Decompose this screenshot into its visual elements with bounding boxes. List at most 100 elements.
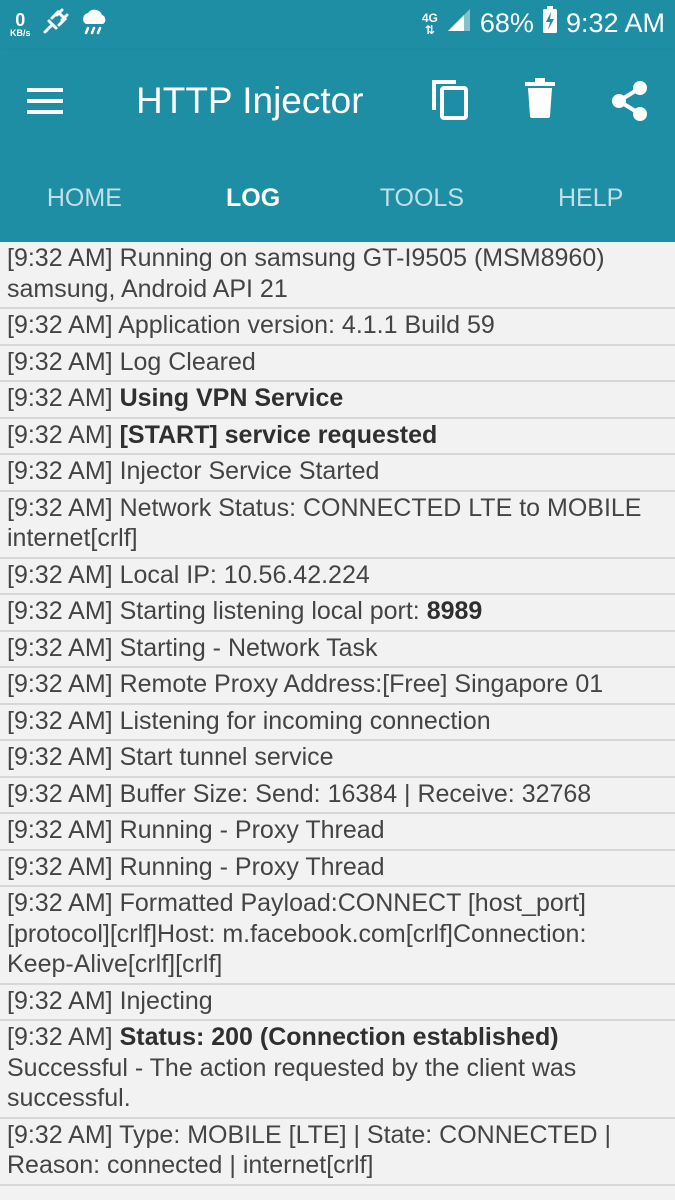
log-entry-line: [9:32 AM] Injecting (7, 986, 675, 1017)
log-timestamp: [9:32 AM] (7, 560, 113, 589)
log-timestamp: [9:32 AM] (7, 852, 113, 881)
network-type: 4G ⇅ (422, 12, 438, 36)
log-message-continuation: Keep-Alive[crlf][crlf] (7, 950, 223, 978)
log-timestamp: [9:32 AM] (7, 816, 113, 844)
log-entry: [9:32 AM] Starting listening local port:… (0, 595, 675, 632)
log-timestamp: [9:32 AM] (7, 420, 113, 449)
log-message: Buffer Size: Send: 16384 | Receive: 3276… (119, 779, 592, 808)
data-arrows-icon: ⇅ (424, 22, 435, 37)
log-entry: [9:32 AM] Running - Proxy Thread (0, 814, 675, 851)
share-icon[interactable] (610, 80, 650, 127)
log-message: Injector Service Started (119, 457, 380, 485)
log-entry: [9:32 AM] Status: 200 (Connection establ… (0, 1021, 675, 1119)
log-timestamp: [9:32 AM] (7, 986, 113, 1015)
log-timestamp: [9:32 AM] (7, 384, 113, 412)
log-timestamp: [9:32 AM] (7, 493, 113, 522)
log-timestamp: [9:32 AM] (7, 889, 113, 917)
tab-home[interactable]: HOME (0, 178, 169, 242)
battery-percent: 68% (479, 8, 534, 38)
log-entry: [9:32 AM] Injecting (0, 985, 675, 1021)
log-entry-line: [9:32 AM] Running - Proxy Thread (7, 852, 675, 883)
log-entry: [9:32 AM] Running on samsung GT-I9505 (M… (0, 242, 675, 309)
log-entry-line: [9:32 AM] Network Status: CONNECTED LTE … (7, 493, 675, 524)
log-timestamp: [9:32 AM] (7, 347, 113, 376)
log-timestamp: [9:32 AM] (7, 633, 113, 662)
tab-tools[interactable]: TOOLS (338, 178, 507, 242)
log-entry-line: [9:32 AM] Buffer Size: Send: 16384 | Rec… (7, 779, 675, 810)
app-title: HTTP Injector (136, 80, 364, 121)
log-message: Injecting (119, 986, 213, 1015)
log-entry: [9:32 AM] Application version: 4.1.1 Bui… (0, 309, 675, 346)
log-entry: [9:32 AM] Type: MOBILE [LTE] | State: CO… (0, 1119, 675, 1186)
network-speed-value: 0 (15, 10, 26, 30)
log-message: Type: MOBILE [LTE] | State: CONNECTED | (119, 1120, 611, 1149)
log-message-continuation: [protocol][crlf]Host: m.facebook.com[crl… (7, 919, 587, 948)
log-entry: [9:32 AM] Log Cleared (0, 346, 675, 382)
log-entry: [9:32 AM] Network Status: CONNECTED LTE … (0, 492, 675, 559)
network-speed: 0 KB/s (10, 11, 31, 38)
log-timestamp: [9:32 AM] (7, 670, 113, 698)
network-type-label: 4G (421, 10, 438, 25)
usb-debug-icon (41, 8, 69, 41)
log-message-bold: 8989 (426, 597, 483, 625)
log-entry-line: [9:32 AM] Using VPN Service (7, 383, 675, 414)
log-message: Starting listening local port: (119, 597, 427, 625)
network-speed-unit: KB/s (10, 28, 31, 38)
status-left: 0 KB/s (10, 8, 109, 41)
log-entry: [9:32 AM] Remote Proxy Address:[Free] Si… (0, 668, 675, 705)
log-message: Remote Proxy Address:[Free] Singapore 01 (119, 670, 604, 698)
delete-icon[interactable] (525, 78, 555, 123)
log-message: Running on samsung GT-I9505 (MSM8960) (119, 244, 605, 272)
log-message-continuation: Reason: connected | internet[crlf] (7, 1151, 374, 1179)
log-entry: [9:32 AM] Starting - Network Task (0, 632, 675, 668)
log-entry-line: [9:32 AM] Start tunnel service (7, 742, 675, 773)
log-entry-line: [9:32 AM] Formatted Payload:CONNECT [hos… (7, 888, 675, 919)
log-entry-line: [9:32 AM] Starting listening local port:… (7, 596, 675, 627)
signal-icon (446, 7, 472, 40)
log-entry-line: [9:32 AM] Running on samsung GT-I9505 (M… (7, 243, 675, 274)
tab-help[interactable]: HELP (506, 178, 675, 242)
app-bar: HTTP Injector HOME LOG TOOLS HELP (0, 50, 675, 242)
log-entry-line: [9:32 AM] Type: MOBILE [LTE] | State: CO… (7, 1120, 675, 1151)
tab-bar: HOME LOG TOOLS HELP (0, 178, 675, 242)
log-entry-line: [9:32 AM] Log Cleared (7, 347, 675, 378)
log-message: Log Cleared (119, 347, 256, 376)
log-entry: [9:32 AM] Listening for incoming connect… (0, 705, 675, 741)
tab-log[interactable]: LOG (169, 178, 338, 242)
log-message: Listening for incoming connection (119, 706, 491, 735)
battery-charging-icon (542, 6, 558, 41)
log-entry: [9:32 AM] [START] service requested (0, 419, 675, 455)
log-timestamp: [9:32 AM] (7, 743, 113, 771)
rain-cloud-icon (79, 8, 109, 41)
status-bar: 0 KB/s 4G ⇅ 68% 9:32 AM (0, 0, 675, 50)
log-entry: [9:32 AM] Buffer Size: Send: 16384 | Rec… (0, 778, 675, 814)
log-entry-line: [9:32 AM] Application version: 4.1.1 Bui… (7, 310, 675, 341)
log-message: Formatted Payload:CONNECT [host_port] (119, 889, 586, 917)
log-message-continuation: samsung, Android API 21 (7, 274, 288, 303)
copy-icon[interactable] (430, 78, 470, 125)
log-message-continuation: Successful - The action requested by the… (7, 1053, 577, 1082)
log-message-bold: Using VPN Service (119, 384, 344, 412)
log-entry-line: [9:32 AM] Listening for incoming connect… (7, 706, 675, 737)
log-timestamp: [9:32 AM] (7, 1120, 113, 1149)
log-message: Local IP: 10.56.42.224 (119, 560, 370, 589)
log-entry: [9:32 AM] Local IP: 10.56.42.224 (0, 559, 675, 595)
log-entry-line: [9:32 AM] Remote Proxy Address:[Free] Si… (7, 669, 675, 700)
log-message: Network Status: CONNECTED LTE to MOBILE (119, 493, 642, 522)
log-entry: [9:32 AM] Formatted Payload:CONNECT [hos… (0, 887, 675, 985)
log-message: Running - Proxy Thread (119, 816, 385, 844)
log-entry-line: [9:32 AM] [START] service requested (7, 420, 675, 451)
log-message: Running - Proxy Thread (119, 852, 385, 881)
log-timestamp: [9:32 AM] (7, 457, 113, 485)
log-entry: [9:32 AM] Start tunnel service (0, 741, 675, 778)
log-timestamp: [9:32 AM] (7, 1023, 113, 1051)
menu-icon[interactable] (27, 88, 63, 114)
log-list[interactable]: [9:32 AM] Running on samsung GT-I9505 (M… (0, 242, 675, 1200)
log-message-continuation: internet[crlf] (7, 524, 138, 552)
log-message: Application version: 4.1.1 Build 59 (118, 311, 495, 339)
log-message-continuation: successful. (7, 1084, 131, 1112)
clock: 9:32 AM (565, 8, 665, 38)
log-timestamp: [9:32 AM] (7, 244, 113, 272)
log-entry-line: [9:32 AM] Running - Proxy Thread (7, 815, 675, 846)
log-message: Start tunnel service (119, 743, 334, 771)
